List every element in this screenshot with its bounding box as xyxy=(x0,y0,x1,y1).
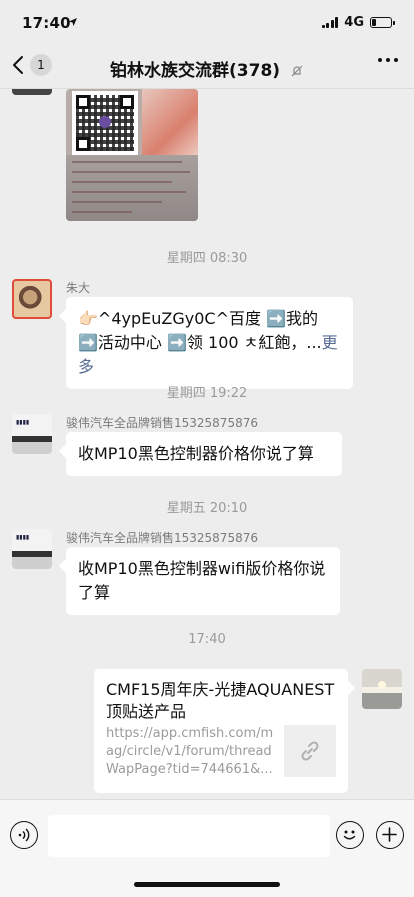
message-row-self: CMF15周年庆-光捷AQUANEST顶贴送产品 https://app.cmf… xyxy=(2,669,402,793)
signal-icon xyxy=(321,17,339,28)
add-attachment-button[interactable] xyxy=(376,821,404,849)
voice-icon xyxy=(18,828,30,842)
message-text: 收MP10黑色控制器价格你说了算 xyxy=(78,444,314,463)
message-row: ▮▮▮▮ 骏伟汽车全品牌销售15325875876 收MP10黑色控制器价格你说… xyxy=(12,414,412,476)
image-message[interactable] xyxy=(66,89,198,221)
avatar[interactable]: ▮▮▮▮ xyxy=(12,529,52,569)
mute-icon xyxy=(291,65,303,77)
status-bar: 17:40 4G xyxy=(0,0,414,44)
message-text: 收MP10黑色控制器wifi版价格你说了算 xyxy=(78,559,326,602)
message-input[interactable] xyxy=(48,815,330,857)
timestamp-label: 17:40 xyxy=(188,632,226,647)
home-indicator xyxy=(134,882,280,887)
handwritten-note-photo xyxy=(66,155,198,221)
link-card-title: CMF15周年庆-光捷AQUANEST顶贴送产品 xyxy=(106,680,335,721)
message-bubble[interactable]: 收MP10黑色控制器wifi版价格你说了算 xyxy=(66,547,340,615)
nav-bar: 1 铂林水族交流群(378) xyxy=(0,44,414,89)
link-thumbnail xyxy=(284,725,336,777)
timestamp-label: 星期四 19:22 xyxy=(166,386,248,401)
input-bar xyxy=(0,799,414,897)
message-bubble[interactable]: 收MP10黑色控制器价格你说了算 xyxy=(66,432,342,476)
qr-code xyxy=(72,91,138,155)
status-time: 17:40 xyxy=(22,14,71,32)
location-arrow-icon xyxy=(69,18,77,26)
status-indicators: 4G xyxy=(321,15,395,30)
sender-name: 朱大 xyxy=(66,281,91,295)
battery-icon xyxy=(370,17,395,28)
more-options-button[interactable] xyxy=(378,58,398,62)
chat-title-row: 铂林水族交流群(378) xyxy=(0,56,414,81)
link-card-url: https://app.cmfish.com/mag/circle/v1/for… xyxy=(106,726,274,777)
message-row: ▮▮▮▮ 骏伟汽车全品牌销售15325875876 收MP10黑色控制器wifi… xyxy=(12,529,412,615)
message-bubble[interactable]: 👉🏻^4ypEuZGy0C^百度 ➡️我的 ➡️活动中心 ➡️领 100 ㅊ紅飽… xyxy=(66,297,353,389)
voice-input-button[interactable] xyxy=(10,821,38,849)
message-text: 👉🏻^4ypEuZGy0C^百度 ➡️我的 ➡️活动中心 ➡️领 100 ㅊ紅飽… xyxy=(78,309,322,352)
chat-title: 铂林水族交流群(378) xyxy=(110,61,281,81)
sender-name: 骏伟汽车全品牌销售15325875876 xyxy=(66,531,258,545)
chat-area[interactable]: 星期四 08:30 朱大 👉🏻^4ypEuZGy0C^百度 ➡️我的 ➡️活动中… xyxy=(0,89,414,799)
plus-icon xyxy=(382,827,397,842)
link-icon xyxy=(301,741,319,761)
emoji-icon xyxy=(343,830,356,840)
fish-photo xyxy=(142,89,198,159)
avatar[interactable] xyxy=(362,669,402,709)
network-type: 4G xyxy=(344,15,364,30)
avatar xyxy=(12,89,52,95)
avatar[interactable] xyxy=(12,279,52,319)
avatar[interactable]: ▮▮▮▮ xyxy=(12,414,52,454)
emoji-button[interactable] xyxy=(336,821,364,849)
message-row: 朱大 👉🏻^4ypEuZGy0C^百度 ➡️我的 ➡️活动中心 ➡️领 100 … xyxy=(12,279,412,389)
link-card[interactable]: CMF15周年庆-光捷AQUANEST顶贴送产品 https://app.cmf… xyxy=(94,669,348,793)
timestamp-label: 星期四 08:30 xyxy=(166,251,248,266)
timestamp-label: 星期五 20:10 xyxy=(166,501,248,516)
sender-name: 骏伟汽车全品牌销售15325875876 xyxy=(66,416,258,430)
